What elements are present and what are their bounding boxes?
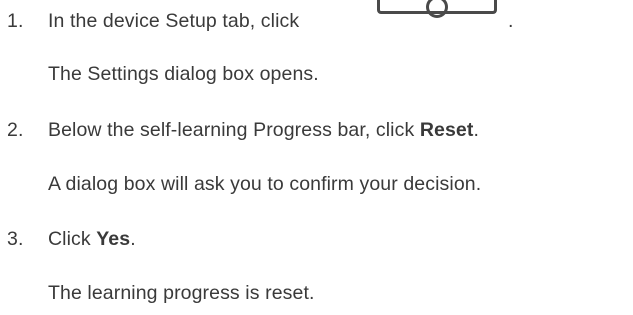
- step-1-text: In the device Setup tab, click: [48, 10, 300, 32]
- step-3-text: Click Yes.: [48, 227, 136, 251]
- step-3-result: The learning progress is reset.: [48, 282, 315, 304]
- step-2-result: A dialog box will ask you to confirm you…: [48, 173, 482, 195]
- step-1-period: .: [508, 10, 514, 32]
- step-2-text-before: Below the self-learning Progress bar, cl…: [48, 119, 420, 141]
- step-3-text-before: Click: [48, 228, 97, 250]
- step-2-period: .: [473, 119, 479, 141]
- reset-label: Reset: [419, 119, 474, 141]
- step-2-number: 2.: [7, 119, 24, 141]
- step-3-number: 3.: [7, 228, 24, 250]
- yes-label: Yes: [96, 228, 131, 250]
- step-2-text: Below the self-learning Progress bar, cl…: [48, 118, 479, 142]
- step-3-period: .: [130, 228, 136, 250]
- step-1-result: The Settings dialog box opens.: [48, 63, 319, 85]
- settings-gear-icon: [426, 0, 448, 18]
- settings-button[interactable]: [377, 0, 497, 18]
- step-1-number: 1.: [7, 10, 24, 32]
